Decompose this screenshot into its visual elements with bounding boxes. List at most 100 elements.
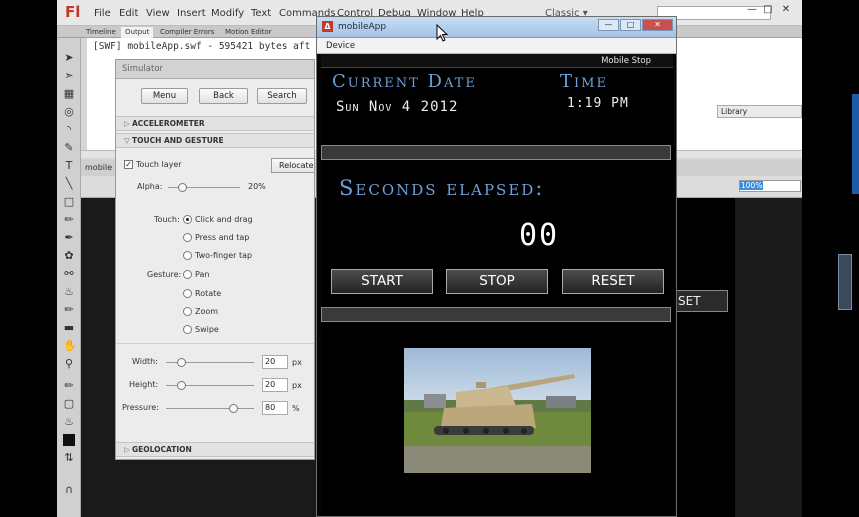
fill-swatch-icon[interactable] — [63, 434, 75, 446]
pressure-slider-thumb[interactable] — [229, 404, 238, 413]
search-button[interactable]: Search — [257, 88, 307, 104]
menu-modify[interactable]: Modify — [211, 8, 244, 19]
3d-rotation-icon[interactable]: ◎ — [63, 106, 75, 118]
library-panel-tab[interactable]: Library — [717, 105, 802, 118]
stroke-color-icon[interactable]: ✏ — [63, 380, 75, 392]
touch-gesture-title: TOUCH AND GESTURE — [132, 136, 224, 145]
width-unit: px — [292, 358, 302, 367]
height-field[interactable]: 20 — [262, 378, 288, 392]
height-slider-thumb[interactable] — [177, 381, 186, 390]
chevron-down-icon: ▽ — [124, 136, 130, 145]
menu-insert[interactable]: Insert — [177, 8, 206, 19]
snap-magnet-icon[interactable]: ∩ — [63, 484, 75, 496]
fill-color-icon[interactable]: ♨ — [63, 416, 75, 428]
free-transform-icon[interactable]: ▦ — [63, 88, 75, 100]
width-field[interactable]: 20 — [262, 355, 288, 369]
menu-button[interactable]: Menu — [141, 88, 188, 104]
radio-click-and-drag[interactable] — [183, 215, 192, 224]
time-label: Time — [560, 71, 608, 92]
app-title-bar: Mobile Stop — [321, 54, 673, 68]
divider-bar-bottom — [321, 307, 671, 322]
tab-mobile-document[interactable]: mobile — [85, 163, 112, 172]
relocate-button[interactable]: Relocate — [271, 158, 314, 173]
output-log-line: [SWF] mobileApp.swf - 595421 bytes aft — [93, 41, 311, 52]
maximize-icon[interactable]: □ — [620, 19, 641, 31]
gesture-label: Gesture: — [147, 270, 182, 279]
subselection-tool-icon[interactable]: ➣ — [63, 70, 75, 82]
radio-zoom[interactable] — [183, 307, 192, 316]
radio-pan[interactable] — [183, 270, 192, 279]
pan-label: Pan — [195, 270, 210, 279]
date-value: Sun Nov 4 2012 — [336, 99, 459, 115]
pressure-slider-track[interactable] — [166, 408, 254, 409]
menu-device[interactable]: Device — [326, 41, 355, 51]
bone-tool-icon[interactable]: ⚯ — [63, 268, 75, 280]
geolocation-section-header[interactable]: ▷ GEOLOCATION — [116, 442, 314, 457]
alpha-slider-thumb[interactable] — [178, 183, 188, 192]
alpha-value: 20% — [248, 182, 266, 191]
menu-edit[interactable]: Edit — [119, 8, 138, 19]
stroke-swatch-icon[interactable]: ▢ — [63, 398, 75, 410]
tank-photo — [404, 348, 591, 473]
side-scroll-handle[interactable] — [838, 254, 852, 310]
flash-logo: Fl — [65, 3, 81, 21]
radio-swipe[interactable] — [183, 325, 192, 334]
zoom-tool-icon[interactable]: ⚲ — [63, 358, 75, 370]
touch-gesture-section-header[interactable]: ▽ TOUCH AND GESTURE — [116, 133, 314, 148]
swap-colors-icon[interactable]: ⇅ — [63, 452, 75, 464]
click-and-drag-label: Click and drag — [195, 215, 253, 224]
tab-compiler-errors[interactable]: Compiler Errors — [156, 27, 218, 38]
start-button[interactable]: START — [331, 269, 433, 294]
menu-view[interactable]: View — [146, 8, 170, 19]
zoom-label: Zoom — [195, 307, 219, 316]
pressure-field[interactable]: 80 — [262, 401, 288, 415]
close-icon[interactable]: ✕ — [642, 19, 673, 31]
radio-rotate[interactable] — [183, 289, 192, 298]
app-screen: Mobile Stop Current Date Time Sun Nov 4 … — [321, 54, 673, 516]
touch-layer-label: Touch layer — [136, 160, 182, 169]
deco-tool-icon[interactable]: ✿ — [63, 250, 75, 262]
pressure-unit: % — [292, 404, 300, 413]
brush-tool-icon[interactable]: ✒ — [63, 232, 75, 244]
tools-panel: ➤ ➣ ▦ ◎ ◝ ✎ T ╲ □ ✏ ✒ ✿ ⚯ ♨ ✏ ▬ ✋ ⚲ ✏ ▢ … — [57, 38, 81, 517]
section-divider — [116, 343, 314, 344]
tab-output[interactable]: Output — [121, 27, 154, 38]
back-button[interactable]: Back — [199, 88, 248, 104]
window-menubar: Device — [317, 38, 676, 54]
rectangle-tool-icon[interactable]: □ — [63, 196, 75, 208]
line-tool-icon[interactable]: ╲ — [63, 178, 75, 190]
eraser-tool-icon[interactable]: ▬ — [63, 322, 75, 334]
text-tool-icon[interactable]: T — [63, 160, 75, 172]
zoom-value: 100% — [740, 181, 764, 190]
chevron-right-icon: ▷ — [124, 119, 130, 128]
minimize-icon[interactable]: — — [598, 19, 619, 31]
simulator-title[interactable]: Simulator — [116, 60, 314, 79]
maximize-icon[interactable]: □ — [761, 4, 775, 16]
menu-file[interactable]: File — [94, 8, 111, 19]
side-panel-edge — [852, 94, 859, 194]
pencil-tool-icon[interactable]: ✏ — [63, 214, 75, 226]
stop-button[interactable]: STOP — [446, 269, 548, 294]
minimize-icon[interactable]: — — [745, 4, 759, 16]
tab-motion-editor[interactable]: Motion Editor — [221, 27, 276, 38]
pen-tool-icon[interactable]: ✎ — [63, 142, 75, 154]
accelerometer-section-header[interactable]: ▷ ACCELEROMETER — [116, 116, 314, 131]
selection-tool-icon[interactable]: ➤ — [63, 52, 75, 64]
stage-canvas — [675, 198, 735, 517]
close-icon[interactable]: ✕ — [779, 4, 793, 16]
lasso-tool-icon[interactable]: ◝ — [63, 124, 75, 136]
zoom-input[interactable]: 100% — [739, 180, 801, 192]
radio-two-finger-tap[interactable] — [183, 251, 192, 260]
tab-timeline[interactable]: Timeline — [82, 27, 120, 38]
paint-bucket-icon[interactable]: ♨ — [63, 286, 75, 298]
window-titlebar[interactable]: Δ mobileApp — □ ✕ — [317, 17, 676, 38]
width-slider-thumb[interactable] — [177, 358, 186, 367]
touch-layer-checkbox[interactable]: ✓ — [124, 160, 133, 169]
reset-button[interactable]: RESET — [562, 269, 664, 294]
hand-tool-icon[interactable]: ✋ — [63, 340, 77, 352]
menu-text[interactable]: Text — [251, 8, 271, 19]
tank-image — [404, 348, 591, 473]
radio-press-and-tap[interactable] — [183, 233, 192, 242]
eyedropper-icon[interactable]: ✏ — [63, 304, 75, 316]
alpha-label: Alpha: — [137, 182, 163, 191]
